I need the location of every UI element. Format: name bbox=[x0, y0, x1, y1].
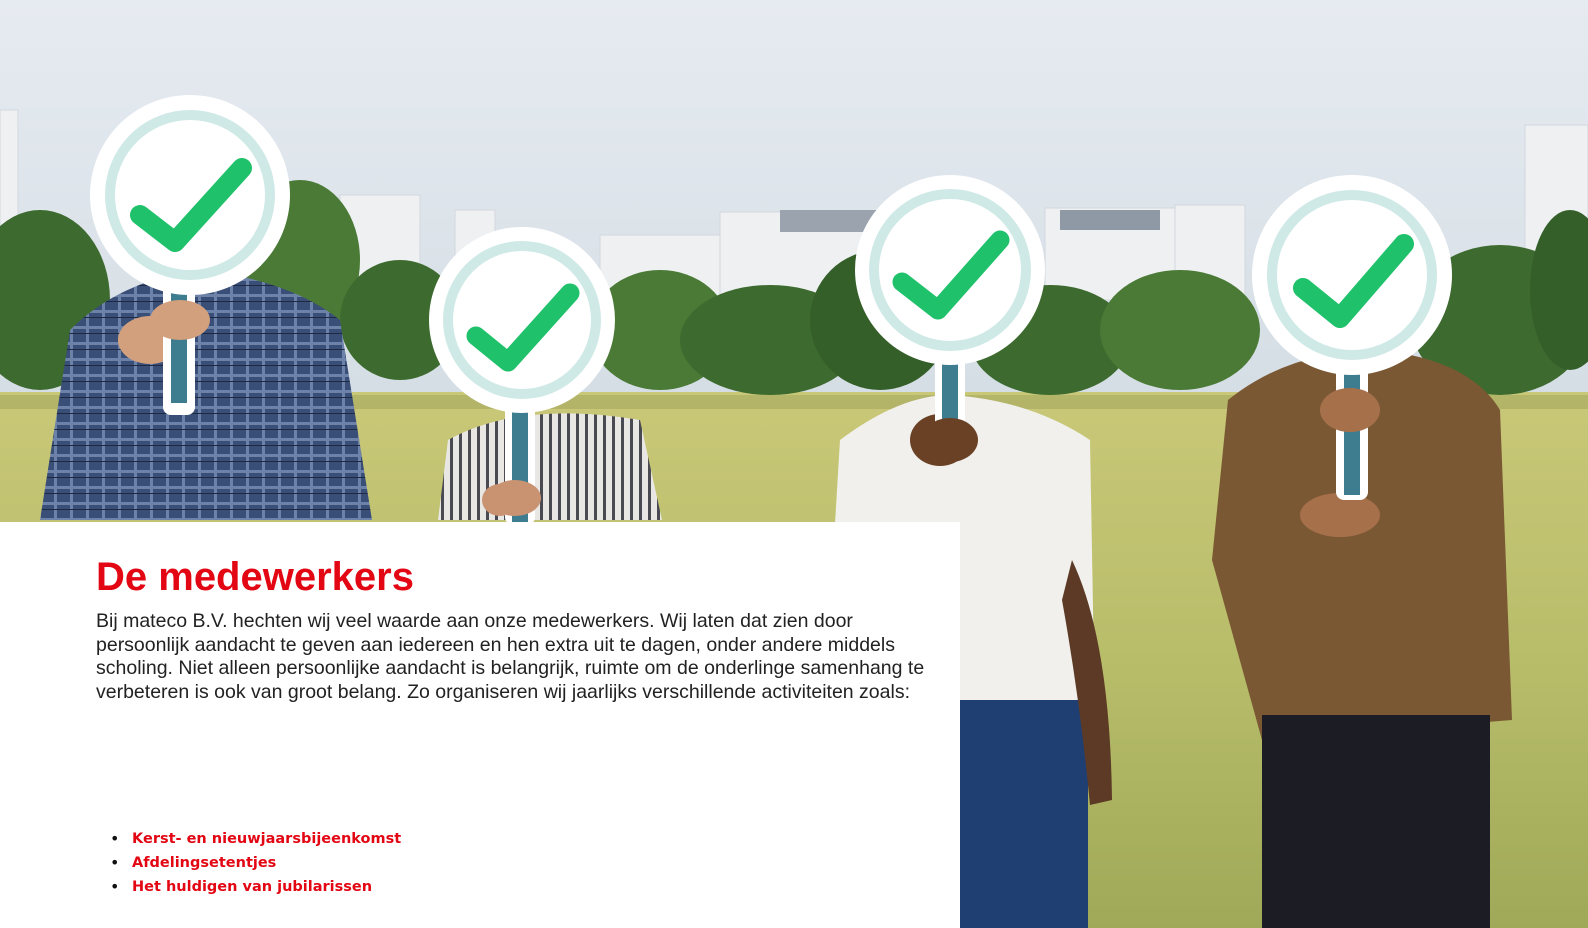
list-item: Het huldigen van jubilarissen bbox=[110, 875, 401, 899]
section-body: Bij mateco B.V. hechten wij veel waarde … bbox=[96, 610, 925, 703]
page: De medewerkers Bij mateco B.V. hechten w… bbox=[0, 0, 1588, 928]
activities-list: Kerst- en nieuwjaarsbijeenkomst Afdeling… bbox=[110, 827, 401, 899]
list-item: Kerst- en nieuwjaarsbijeenkomst bbox=[110, 827, 401, 851]
section-title: De medewerkers bbox=[96, 555, 414, 599]
list-item: Afdelingsetentjes bbox=[110, 851, 401, 875]
person-stripes bbox=[438, 413, 662, 520]
